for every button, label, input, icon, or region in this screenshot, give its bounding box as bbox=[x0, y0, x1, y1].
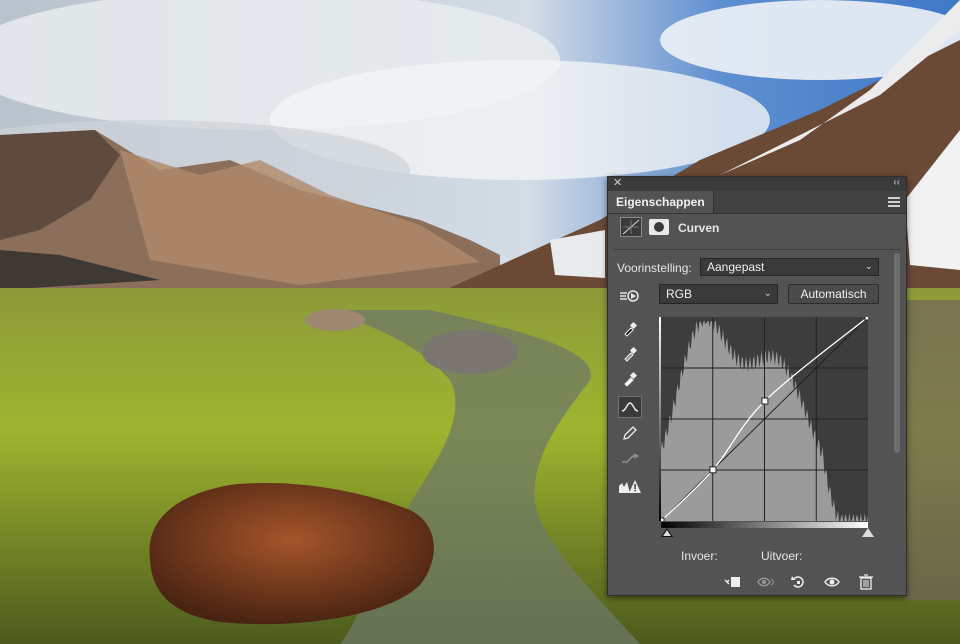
view-previous-icon[interactable] bbox=[756, 574, 778, 590]
target-adjust-icon[interactable] bbox=[618, 285, 642, 307]
input-gradient-bar bbox=[661, 522, 868, 528]
eyedropper-white-icon[interactable] bbox=[618, 368, 642, 390]
curve-control-point bbox=[864, 317, 868, 321]
curves-graph[interactable] bbox=[661, 317, 868, 521]
preset-dropdown[interactable]: Aangepast ⌄ bbox=[700, 258, 879, 276]
channel-value: RGB bbox=[666, 287, 693, 301]
curve-control-point bbox=[709, 466, 717, 474]
black-point-slider[interactable] bbox=[661, 528, 673, 537]
preset-value: Aangepast bbox=[707, 260, 765, 274]
output-label: Uitvoer: bbox=[761, 549, 803, 563]
scrollbar[interactable] bbox=[893, 249, 901, 539]
panel-title: Curven bbox=[678, 221, 720, 235]
clip-to-layer-icon[interactable] bbox=[723, 574, 740, 590]
eyedropper-black-icon[interactable] bbox=[618, 318, 642, 340]
chevron-down-icon: ⌄ bbox=[763, 288, 772, 299]
clipping-warning-icon[interactable] bbox=[618, 475, 642, 497]
curve-control-point bbox=[661, 517, 665, 521]
trash-icon[interactable] bbox=[858, 574, 874, 590]
curve-control-point bbox=[761, 397, 769, 405]
chevron-down-icon: ⌄ bbox=[864, 261, 873, 272]
preset-label: Voorinstelling: bbox=[617, 261, 692, 275]
input-label: Invoer: bbox=[681, 549, 718, 563]
channel-dropdown[interactable]: RGB ⌄ bbox=[659, 284, 778, 304]
close-icon[interactable]: ✕ bbox=[613, 176, 622, 190]
collapse-icon[interactable]: ‹‹ bbox=[893, 176, 900, 190]
reset-icon[interactable] bbox=[790, 574, 806, 590]
visibility-icon[interactable] bbox=[824, 574, 840, 590]
white-point-slider[interactable] bbox=[862, 528, 874, 537]
panel-footer bbox=[608, 569, 906, 595]
panel-titlebar: ✕ ‹‹ bbox=[608, 177, 906, 191]
panel-menu-icon[interactable] bbox=[888, 197, 900, 207]
panel-tab-row: Eigenschappen bbox=[608, 191, 906, 214]
scrollbar-thumb[interactable] bbox=[894, 253, 900, 453]
curve-points-icon[interactable] bbox=[618, 396, 642, 418]
properties-panel: ✕ ‹‹ Eigenschappen Curven Voorinstelling… bbox=[607, 176, 907, 596]
curves-adjustment-icon bbox=[620, 217, 642, 237]
eyedropper-gray-icon[interactable] bbox=[618, 343, 642, 365]
automatic-button[interactable]: Automatisch bbox=[788, 284, 879, 304]
smooth-icon bbox=[618, 448, 642, 470]
pencil-icon[interactable] bbox=[618, 422, 642, 444]
divider bbox=[614, 249, 900, 250]
tab-eigenschappen[interactable]: Eigenschappen bbox=[608, 191, 714, 213]
layer-mask-icon[interactable] bbox=[649, 219, 669, 235]
